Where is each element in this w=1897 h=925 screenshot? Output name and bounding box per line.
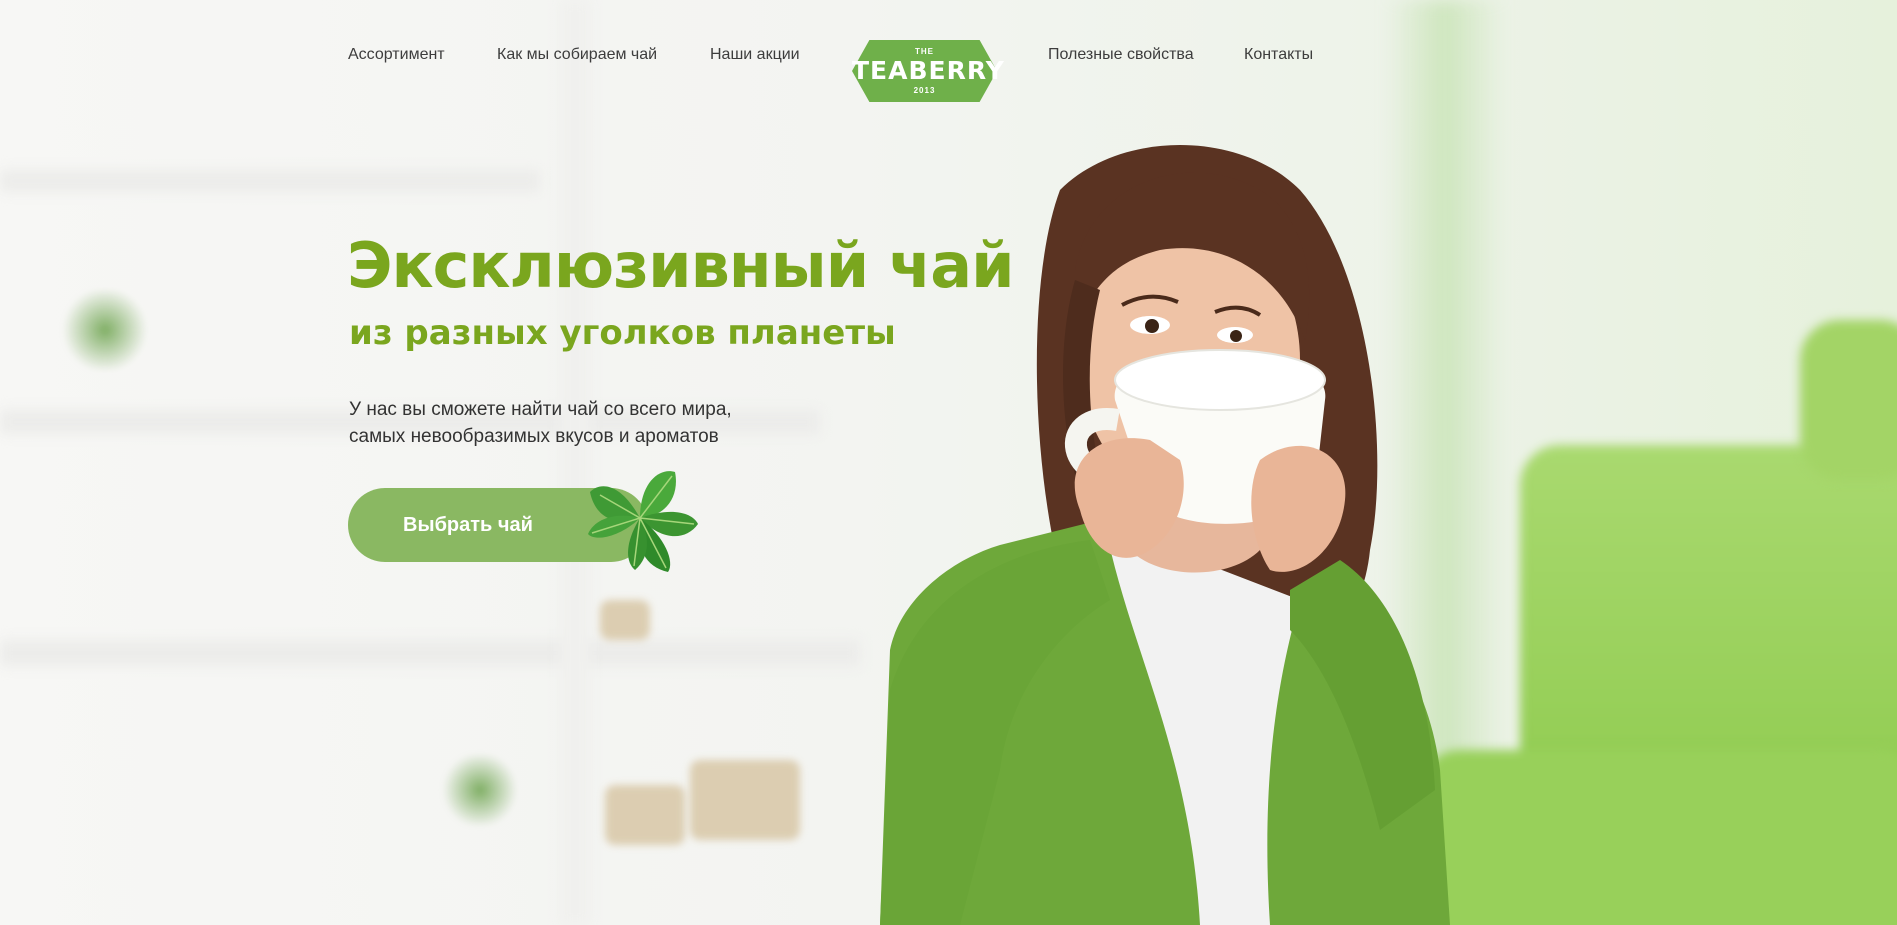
hero-subtitle: из разных уголков планеты xyxy=(349,313,896,353)
nav-item-contacts[interactable]: Контакты xyxy=(1244,46,1313,64)
logo-brand-name: TEABERRY xyxy=(852,56,1005,85)
hero-title: Эксклюзивный чай xyxy=(347,229,1015,302)
background-basket xyxy=(605,785,685,845)
background-plant xyxy=(60,290,150,370)
nav-item-assortment[interactable]: Ассортимент xyxy=(348,46,445,64)
background-basket xyxy=(690,760,800,840)
hero-description-line: У нас вы сможете найти чай со всего мира… xyxy=(349,399,732,420)
nav-item-how-we-collect[interactable]: Как мы собираем чай xyxy=(497,46,657,64)
background-plant xyxy=(440,755,520,825)
background-shelf xyxy=(0,170,540,192)
nav-item-useful-properties[interactable]: Полезные свойства xyxy=(1048,46,1194,64)
background-sofa xyxy=(1420,750,1897,925)
hero-section xyxy=(0,0,1897,925)
hero-description: У нас вы сможете найти чай со всего мира… xyxy=(349,396,732,450)
background-shelf xyxy=(0,640,860,666)
logo-year: 2013 xyxy=(913,86,936,95)
background-sofa xyxy=(1800,320,1897,480)
logo-the-text: THE xyxy=(915,47,934,56)
main-nav: Ассортимент Как мы собираем чай Наши акц… xyxy=(0,30,1897,102)
hero-description-line: самых невообразимых вкусов и ароматов xyxy=(349,426,719,447)
mint-leaves-icon xyxy=(588,471,698,572)
teaberry-logo[interactable]: THE TEABERRY 2013 xyxy=(852,40,1005,102)
nav-item-promotions[interactable]: Наши акции xyxy=(710,46,800,64)
background-basket xyxy=(600,600,650,640)
